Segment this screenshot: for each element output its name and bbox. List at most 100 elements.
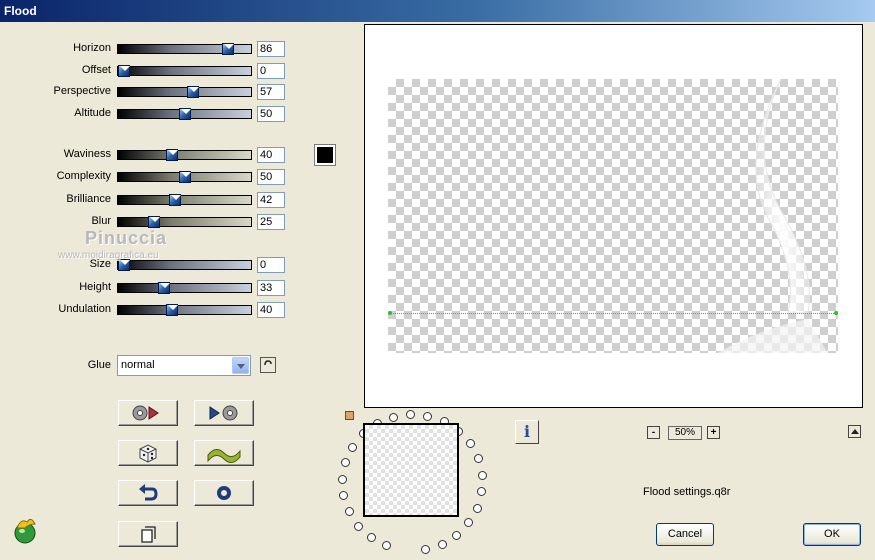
slider-row-horizon: Horizon 86 xyxy=(0,41,290,57)
slider-row-perspective: Perspective 57 xyxy=(0,84,290,100)
slider-thumb-brilliance[interactable] xyxy=(168,194,181,206)
slider-value-height[interactable]: 33 xyxy=(257,280,285,296)
slider-thumb-offset[interactable] xyxy=(118,65,130,77)
glue-label: Glue xyxy=(87,359,111,371)
watermark-name: Pinuccia xyxy=(85,228,168,248)
slider-label-blur: Blur xyxy=(91,215,111,227)
navigator-ring-dot[interactable] xyxy=(388,412,398,422)
cancel-button[interactable]: Cancel xyxy=(656,523,714,546)
horizon-guide-line[interactable] xyxy=(388,313,838,314)
navigator-ring-dot[interactable] xyxy=(452,530,462,540)
slider-track-offset[interactable] xyxy=(117,65,252,77)
slider-label-height: Height xyxy=(79,281,111,293)
slider-label-brilliance: Brilliance xyxy=(66,193,111,205)
navigator-thumbnail[interactable] xyxy=(363,423,459,517)
slider-track-brilliance[interactable] xyxy=(117,194,252,206)
slider-label-perspective: Perspective xyxy=(53,85,111,97)
forward-preset-icon xyxy=(209,405,238,421)
flood-effect-shape xyxy=(388,79,838,353)
navigator-ring-dot[interactable] xyxy=(477,487,487,497)
navigator-ring-dot[interactable] xyxy=(341,458,351,468)
slider-label-complexity: Complexity xyxy=(56,170,111,182)
navigator-anchor-handle[interactable] xyxy=(345,411,354,420)
navigator-ring-dot[interactable] xyxy=(367,533,376,543)
navigator-ring-dot[interactable] xyxy=(405,410,415,420)
slider-track-height[interactable] xyxy=(117,282,252,294)
slider-track-blur[interactable] xyxy=(117,216,252,228)
info-button[interactable]: i xyxy=(515,420,539,444)
copy-button[interactable] xyxy=(118,521,178,547)
slider-value-offset[interactable]: 0 xyxy=(257,63,285,79)
slider-track-perspective[interactable] xyxy=(117,86,252,98)
slider-track-complexity[interactable] xyxy=(117,171,252,183)
navigator-ring-dot[interactable] xyxy=(465,439,475,449)
slider-label-horizon: Horizon xyxy=(73,42,111,54)
ok-button[interactable]: OK xyxy=(803,523,861,546)
slider-label-undulation: Undulation xyxy=(58,303,111,315)
navigator-ring-dot[interactable] xyxy=(477,470,487,480)
navigator-ring-dot[interactable] xyxy=(464,518,474,528)
navigator-ring-dot[interactable] xyxy=(344,507,354,517)
slider-row-altitude: Altitude 50 xyxy=(0,106,290,122)
navigator-ring-dot[interactable] xyxy=(472,503,482,513)
collapse-up-button[interactable] xyxy=(848,425,861,438)
slider-track-altitude[interactable] xyxy=(117,108,252,120)
navigator-ring-dot[interactable] xyxy=(437,539,447,549)
navigator-ring-dot[interactable] xyxy=(421,544,431,554)
navigator-ring-dot[interactable] xyxy=(348,442,358,452)
navigator-ring-dot[interactable] xyxy=(423,411,433,421)
slider-value-blur[interactable]: 25 xyxy=(257,214,285,230)
slider-value-complexity[interactable]: 50 xyxy=(257,169,285,185)
slider-thumb-horizon[interactable] xyxy=(222,43,235,55)
slider-value-altitude[interactable]: 50 xyxy=(257,106,285,122)
slider-row-brilliance: Brilliance 42 xyxy=(0,192,290,208)
navigator-ring-dot[interactable] xyxy=(339,491,349,501)
preview-pane[interactable] xyxy=(364,24,863,408)
copy-icon xyxy=(141,526,156,543)
slider-value-horizon[interactable]: 86 xyxy=(257,41,285,57)
dice-icon xyxy=(139,444,157,463)
slider-track-undulation[interactable] xyxy=(117,304,252,316)
options-button[interactable] xyxy=(194,480,254,506)
slider-value-size[interactable]: 0 xyxy=(257,257,285,273)
slider-label-waviness: Waviness xyxy=(63,148,111,160)
navigator-ring-dot[interactable] xyxy=(382,541,392,551)
color-swatch[interactable] xyxy=(314,144,336,166)
chevron-down-icon[interactable] xyxy=(232,357,249,374)
glue-link-button[interactable] xyxy=(260,357,276,373)
slider-thumb-undulation[interactable] xyxy=(166,304,179,316)
ring-icon xyxy=(217,486,231,500)
slider-track-waviness[interactable] xyxy=(117,149,252,161)
slider-thumb-waviness[interactable] xyxy=(166,149,179,161)
next-preset-button[interactable] xyxy=(194,400,254,426)
randomize-button[interactable] xyxy=(118,440,178,466)
slider-thumb-height[interactable] xyxy=(157,282,170,294)
slider-value-perspective[interactable]: 57 xyxy=(257,84,285,100)
zoom-in-button[interactable]: + xyxy=(707,426,720,439)
slider-thumb-complexity[interactable] xyxy=(178,171,191,183)
preview-canvas xyxy=(388,79,838,353)
wave-icon xyxy=(207,449,241,463)
slider-thumb-blur[interactable] xyxy=(148,216,161,228)
prev-preset-button[interactable] xyxy=(118,400,178,426)
navigator-ring-dot[interactable] xyxy=(354,521,364,531)
glue-select[interactable]: normal xyxy=(117,355,251,376)
glue-select-value: normal xyxy=(121,359,155,371)
reset-button[interactable] xyxy=(118,480,178,506)
slider-row-undulation: Undulation 40 xyxy=(0,302,290,318)
zoom-out-button[interactable]: - xyxy=(647,426,660,439)
slider-value-waviness[interactable]: 40 xyxy=(257,147,285,163)
navigator-ring-dot[interactable] xyxy=(473,454,483,464)
undo-icon xyxy=(139,484,158,501)
slider-thumb-altitude[interactable] xyxy=(178,108,191,120)
slider-row-height: Height 33 xyxy=(0,280,290,296)
settings-filename: Flood settings.q8r xyxy=(643,486,731,498)
watermark-url: www.moidiragrafica.eu xyxy=(58,250,159,261)
slider-track-size[interactable] xyxy=(117,259,252,271)
slider-value-undulation[interactable]: 40 xyxy=(257,302,285,318)
slider-track-horizon[interactable] xyxy=(117,43,252,55)
navigator-ring-dot[interactable] xyxy=(338,474,348,484)
slider-thumb-perspective[interactable] xyxy=(186,86,199,98)
slider-value-brilliance[interactable]: 42 xyxy=(257,192,285,208)
wave-button[interactable] xyxy=(194,440,254,466)
